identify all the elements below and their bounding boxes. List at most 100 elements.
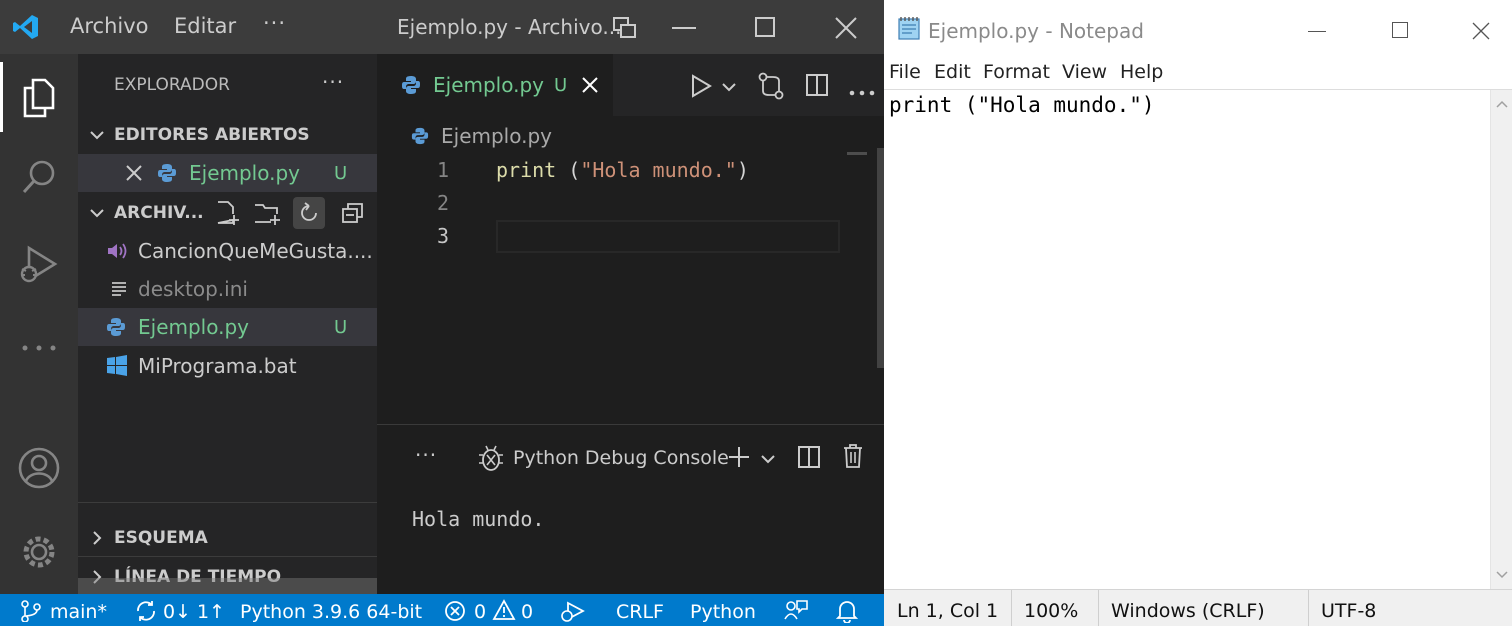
notepad-close-button[interactable] — [1472, 22, 1490, 40]
notifications-bell-icon[interactable] — [835, 599, 859, 624]
minimize-button[interactable] — [672, 27, 696, 29]
status-divider — [1011, 590, 1012, 626]
line-number-2: 2 — [437, 191, 450, 215]
accounts-icon[interactable] — [0, 438, 78, 498]
error-count[interactable]: 0 — [474, 601, 486, 623]
close-window-button[interactable] — [834, 16, 858, 40]
menu-more-button[interactable]: ··· — [263, 11, 286, 35]
zoom-level: 100% — [1024, 600, 1079, 622]
open-editors-section[interactable]: EDITORES ABIERTOS — [78, 116, 377, 154]
notepad-vertical-scrollbar[interactable] — [1490, 90, 1512, 589]
status-divider — [1308, 590, 1309, 626]
menu-edit[interactable]: Edit — [934, 61, 971, 83]
menu-help[interactable]: Help — [1120, 61, 1163, 83]
sync-status[interactable]: 0↓ 1↑ — [163, 601, 225, 623]
windows-icon — [106, 355, 128, 377]
code-string: "Hola mundo." — [580, 158, 737, 182]
notepad-content: print ("Hola mundo.") — [889, 93, 1155, 117]
restore-window-icon[interactable] — [612, 16, 638, 40]
code-paren: ) — [736, 158, 749, 182]
run-debug-icon[interactable] — [0, 234, 78, 294]
notepad-text-area[interactable]: print ("Hola mundo.") — [884, 89, 1512, 589]
python-icon — [157, 163, 177, 183]
tab-ejemplo[interactable]: Ejemplo.py U — [377, 54, 613, 116]
editor-more-icon[interactable] — [849, 82, 875, 96]
run-dropdown-icon[interactable] — [721, 79, 737, 93]
notepad-window: Ejemplo.py - Notepad File Edit Format Vi… — [884, 0, 1512, 626]
warning-count[interactable]: 0 — [521, 601, 533, 623]
new-folder-icon[interactable] — [253, 200, 281, 226]
new-file-icon[interactable] — [214, 200, 240, 226]
feedback-icon[interactable] — [783, 599, 809, 623]
status-bar: main* 0↓ 1↑ Python 3.9.6 64-bit 0 0 CRLF… — [0, 594, 884, 626]
warning-icon — [492, 599, 516, 621]
folder-section[interactable]: ARCHIV... — [78, 194, 377, 232]
collapse-all-icon[interactable] — [340, 200, 366, 226]
window-title: Ejemplo.py - Archivo... — [397, 15, 622, 39]
code-line-1[interactable]: print ("Hola mundo.") — [496, 158, 749, 186]
chevron-down-icon — [88, 126, 106, 144]
maximize-button[interactable] — [755, 17, 775, 37]
python-interpreter[interactable]: Python 3.9.6 64-bit — [240, 601, 422, 623]
folder-title: ARCHIV... — [114, 203, 204, 223]
notepad-title: Ejemplo.py - Notepad — [928, 19, 1144, 43]
section-divider — [78, 502, 377, 503]
explorer-icon[interactable] — [0, 68, 78, 128]
untracked-badge: U — [334, 316, 348, 338]
tab-label: Ejemplo.py — [433, 73, 545, 97]
vertical-scrollbar[interactable] — [877, 148, 884, 368]
language-mode[interactable]: Python — [690, 601, 756, 623]
outline-section[interactable]: ESQUEMA — [78, 519, 377, 557]
terminal-selector[interactable]: Python Debug Console — [513, 447, 729, 469]
minimap — [847, 152, 867, 155]
open-changes-icon[interactable] — [757, 71, 785, 101]
file-item-desktop-ini[interactable]: desktop.ini — [78, 270, 377, 308]
python-icon — [401, 75, 421, 95]
refresh-icon[interactable] — [293, 197, 325, 229]
horizontal-scrollbar[interactable] — [78, 578, 377, 594]
section-divider — [78, 556, 377, 557]
menu-editar[interactable]: Editar — [174, 14, 236, 38]
notepad-status-bar: Ln 1, Col 1 100% Windows (CRLF) UTF-8 — [884, 589, 1512, 626]
explorer-more-button[interactable]: ··· — [322, 70, 344, 94]
open-editor-item[interactable]: Ejemplo.py U — [78, 154, 377, 192]
run-python-icon[interactable] — [689, 73, 713, 99]
menu-file[interactable]: File — [889, 61, 921, 83]
vscode-logo-icon — [12, 13, 40, 41]
split-terminal-icon[interactable] — [797, 445, 821, 469]
code-paren: ( — [556, 158, 581, 182]
git-branch-icon — [20, 600, 42, 623]
split-editor-icon[interactable] — [805, 73, 829, 97]
settings-gear-icon[interactable] — [0, 522, 78, 582]
panel-more-button[interactable]: ··· — [415, 443, 437, 467]
git-branch[interactable]: main* — [50, 601, 107, 623]
current-line-highlight — [496, 220, 840, 253]
open-editor-filename: Ejemplo.py — [189, 161, 301, 185]
chevron-down-icon — [88, 204, 106, 222]
file-name: desktop.ini — [138, 277, 248, 301]
file-item-bat[interactable]: MiPrograma.bat — [78, 347, 377, 385]
menu-view[interactable]: View — [1062, 61, 1107, 83]
trash-icon[interactable] — [842, 443, 864, 469]
file-item-ejemplo[interactable]: Ejemplo.py U — [78, 308, 377, 346]
menu-archivo[interactable]: Archivo — [70, 14, 149, 38]
explorer-header: EXPLORADOR — [114, 75, 230, 95]
vscode-titlebar: Archivo Editar ··· Ejemplo.py - Archivo.… — [0, 0, 884, 54]
more-views-icon[interactable] — [0, 318, 78, 378]
debug-launch-icon[interactable] — [560, 599, 586, 623]
editor-group: Ejemplo.py U Ejemplo.py 1 2 3 print ("Ho… — [377, 54, 884, 424]
debug-bug-icon — [477, 443, 505, 473]
menu-format[interactable]: Format — [983, 61, 1050, 83]
line-endings[interactable]: CRLF — [616, 601, 664, 623]
close-editor-icon[interactable] — [125, 164, 143, 182]
error-icon — [444, 600, 466, 622]
new-terminal-icon[interactable] — [727, 445, 751, 469]
search-icon[interactable] — [0, 148, 78, 208]
breadcrumb[interactable]: Ejemplo.py — [411, 122, 552, 150]
notepad-minimize-button[interactable] — [1308, 31, 1326, 32]
close-tab-icon[interactable] — [581, 76, 599, 94]
notepad-maximize-button[interactable] — [1392, 22, 1408, 38]
terminal-dropdown-icon[interactable] — [760, 451, 776, 465]
untracked-badge: U — [334, 162, 348, 184]
file-item-audio[interactable]: CancionQueMeGusta.... — [78, 232, 377, 270]
